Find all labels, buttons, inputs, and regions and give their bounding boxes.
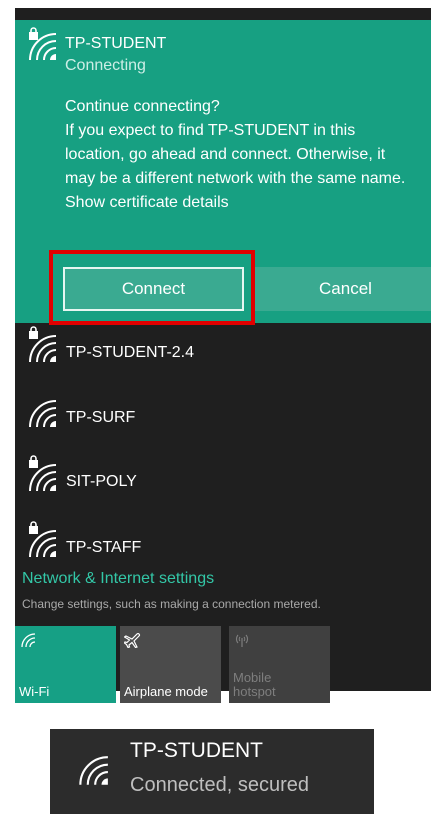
network-name: SIT-POLY xyxy=(66,473,137,490)
network-item-tp-surf[interactable]: TP-SURF xyxy=(15,389,431,449)
wifi-signal-icon xyxy=(24,334,58,364)
tile-label: Airplane mode xyxy=(124,684,208,699)
tile-label-line2: hotspot xyxy=(233,684,276,699)
tile-label: Mobile hotspot xyxy=(233,671,276,699)
cancel-button[interactable]: Cancel xyxy=(255,267,431,311)
hotspot-icon xyxy=(233,632,251,648)
wifi-signal-icon xyxy=(24,399,58,429)
airplane-icon xyxy=(123,632,142,649)
connected-network-name: TP-STUDENT xyxy=(130,739,263,762)
wifi-icon xyxy=(19,632,37,648)
connect-button-highlight xyxy=(49,250,255,325)
tile-label-line1: Mobile xyxy=(233,670,272,685)
connect-prompt: Continue connecting? If you expect to fi… xyxy=(65,95,410,215)
network-status: Connecting xyxy=(65,57,146,74)
prompt-explanation: If you expect to find TP-STUDENT in this… xyxy=(65,122,406,187)
prompt-question: Continue connecting? xyxy=(65,98,220,115)
network-settings-description: Change settings, such as making a connec… xyxy=(22,597,321,611)
show-certificate-link[interactable]: Show certificate details xyxy=(65,191,410,215)
network-name: TP-SURF xyxy=(66,409,136,426)
connected-network-card: TP-STUDENT Connected, secured xyxy=(50,729,374,814)
network-item-sit-poly[interactable]: SIT-POLY xyxy=(15,453,431,513)
tile-label: Wi-Fi xyxy=(19,684,50,699)
wifi-signal-icon xyxy=(74,755,110,787)
connected-network-status: Connected, secured xyxy=(130,774,310,796)
network-item-tp-student-2-4[interactable]: TP-STUDENT-2.4 xyxy=(15,324,431,384)
network-name: TP-STUDENT-2.4 xyxy=(66,344,195,361)
network-settings-link[interactable]: Network & Internet settings xyxy=(22,570,214,588)
network-name: TP-STUDENT xyxy=(65,35,167,52)
wifi-signal-icon xyxy=(24,32,58,62)
mobile-hotspot-tile[interactable]: Mobile hotspot xyxy=(229,626,330,703)
wifi-toggle-tile[interactable]: Wi-Fi xyxy=(15,626,116,703)
network-name: TP-STAFF xyxy=(66,539,142,556)
airplane-mode-tile[interactable]: Airplane mode xyxy=(120,626,221,703)
wifi-signal-icon xyxy=(24,463,58,493)
wifi-signal-icon xyxy=(24,529,58,559)
